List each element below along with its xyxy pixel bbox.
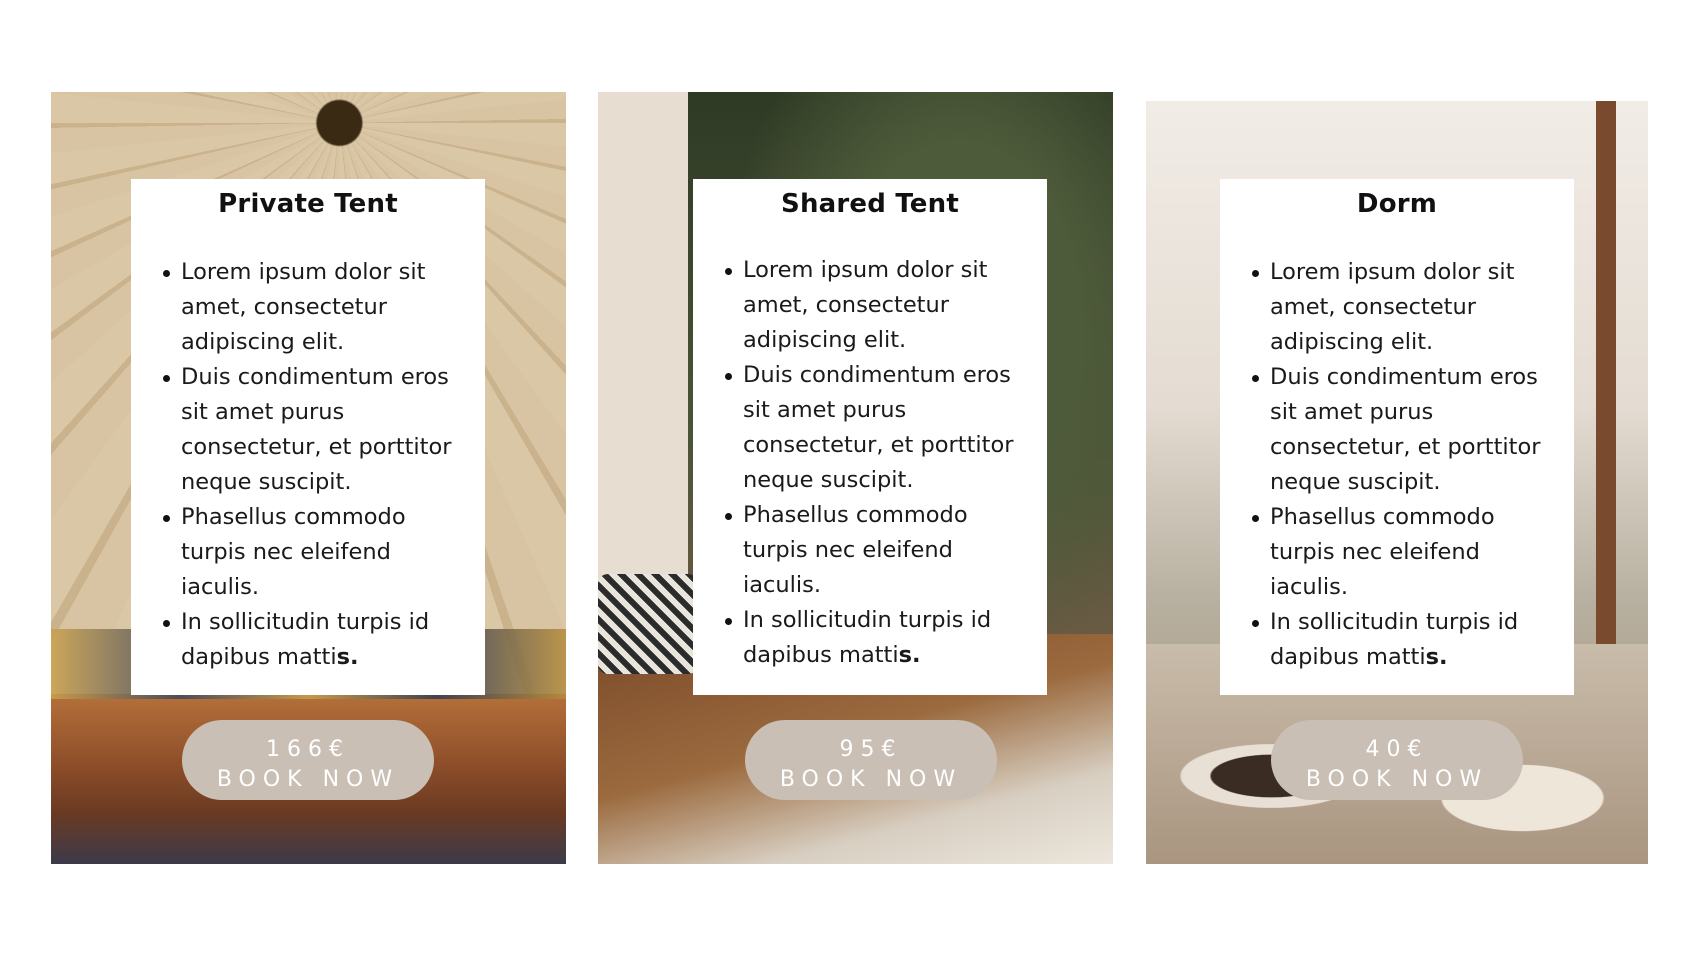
card-private-tent: Private Tent Lorem ipsum dolor sit amet,…: [51, 92, 566, 864]
card-shared-tent: Shared Tent Lorem ipsum dolor sit amet, …: [598, 92, 1113, 864]
feature-item: Duis condimentum eros sit amet purus con…: [1252, 360, 1570, 500]
card-dorm: Dorm Lorem ipsum dolor sit amet, consect…: [1146, 101, 1648, 864]
feature-item: Phasellus commodo turpis nec eleifend ia…: [725, 498, 1043, 603]
book-now-label: BOOK NOW: [779, 766, 963, 792]
feature-item: In sollicitudin turpis id dapibus mattis…: [725, 603, 1043, 673]
feature-item: Duis condimentum eros sit amet purus con…: [725, 358, 1043, 498]
feature-list: Lorem ipsum dolor sit amet, consectetur …: [131, 255, 485, 675]
feature-text: In sollicitudin turpis id dapibus matti: [181, 609, 430, 670]
card-title: Private Tent: [218, 189, 398, 219]
feature-text-bold: s.: [336, 644, 359, 670]
card-title: Dorm: [1356, 189, 1438, 219]
price-label: 95€: [839, 736, 903, 762]
feature-item: Lorem ipsum dolor sit amet, consectetur …: [725, 253, 1043, 358]
feature-item: Phasellus commodo turpis nec eleifend ia…: [1252, 500, 1570, 605]
book-now-label: BOOK NOW: [216, 766, 400, 792]
feature-item: In sollicitudin turpis id dapibus mattis…: [163, 605, 481, 675]
price-label: 166€: [266, 736, 350, 762]
feature-item: Lorem ipsum dolor sit amet, consectetur …: [1252, 255, 1570, 360]
book-now-button[interactable]: 40€ BOOK NOW: [1271, 720, 1523, 800]
pricing-page: Private Tent Lorem ipsum dolor sit amet,…: [0, 0, 1708, 960]
feature-item: In sollicitudin turpis id dapibus mattis…: [1252, 605, 1570, 675]
feature-item: Lorem ipsum dolor sit amet, consectetur …: [163, 255, 481, 360]
feature-list: Lorem ipsum dolor sit amet, consectetur …: [693, 253, 1047, 673]
feature-text: In sollicitudin turpis id dapibus matti: [743, 607, 992, 668]
card-info-panel: Shared Tent Lorem ipsum dolor sit amet, …: [693, 179, 1047, 695]
card-info-panel: Private Tent Lorem ipsum dolor sit amet,…: [131, 179, 485, 695]
feature-list: Lorem ipsum dolor sit amet, consectetur …: [1220, 255, 1574, 675]
book-now-button[interactable]: 166€ BOOK NOW: [182, 720, 434, 800]
book-now-label: BOOK NOW: [1305, 766, 1489, 792]
price-label: 40€: [1365, 736, 1429, 762]
feature-item: Phasellus commodo turpis nec eleifend ia…: [163, 500, 481, 605]
feature-text-bold: s.: [1425, 644, 1448, 670]
feature-item: Duis condimentum eros sit amet purus con…: [163, 360, 481, 500]
book-now-button[interactable]: 95€ BOOK NOW: [745, 720, 997, 800]
card-title: Shared Tent: [781, 189, 959, 219]
card-info-panel: Dorm Lorem ipsum dolor sit amet, consect…: [1220, 179, 1574, 695]
feature-text-bold: s.: [898, 642, 921, 668]
feature-text: In sollicitudin turpis id dapibus matti: [1270, 609, 1519, 670]
